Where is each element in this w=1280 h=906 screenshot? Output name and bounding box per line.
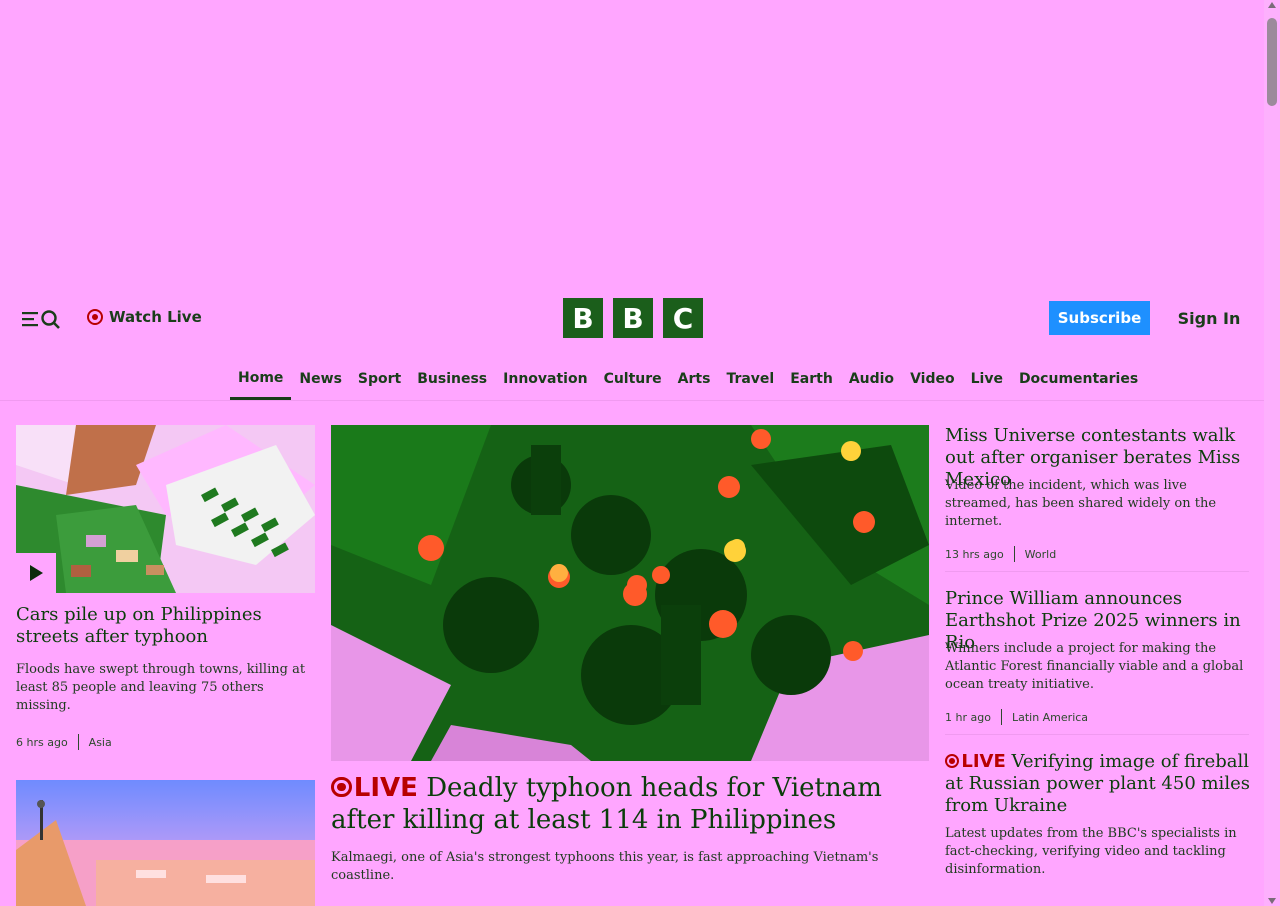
menu-search-icon [22,310,60,329]
nav-item-sport[interactable]: Sport [350,358,409,400]
nav-item-travel[interactable]: Travel [718,358,782,400]
story-meta: 13 hrs ago World [945,546,1056,562]
sign-in-button[interactable]: Sign In [1172,301,1246,335]
live-badge: LIVE [331,773,418,803]
story-section-link[interactable]: World [1025,548,1057,561]
live-indicator-icon [87,309,103,325]
live-indicator-icon [945,753,960,768]
watch-live-link[interactable]: Watch Live [87,307,202,327]
story-section-link[interactable]: Asia [89,736,112,749]
nav-item-business[interactable]: Business [409,358,495,400]
story-time: 1 hr ago [945,710,991,724]
story-divider [945,571,1249,572]
story-time: 6 hrs ago [16,735,68,749]
story-section-link[interactable]: Latin America [1012,711,1088,724]
story-summary: Video of the incident, which was live st… [945,478,1217,529]
story-divider [945,734,1249,735]
live-badge: LIVE [945,751,1006,772]
page-scrollbar[interactable] [1264,0,1280,906]
story-image-rescue-workers[interactable] [331,425,929,761]
advertisement-area [0,0,1264,278]
scroll-down-arrow-icon[interactable] [1268,898,1276,904]
story-time: 13 hrs ago [945,547,1004,561]
main-story-headline[interactable]: LIVE Deadly typhoon heads for Vietnam af… [331,772,929,836]
nav-item-documentaries[interactable]: Documentaries [1011,358,1146,400]
play-icon [30,565,43,581]
story-summary: Latest updates from the BBC's specialist… [945,826,1237,877]
logo-letter-b1: B [563,298,603,338]
nav-item-culture[interactable]: Culture [596,358,670,400]
nav-item-innovation[interactable]: Innovation [495,358,595,400]
live-label: LIVE [961,751,1006,772]
story-summary: Floods have swept through towns, killing… [16,662,306,713]
bbc-logo[interactable]: B B C [563,298,703,338]
logo-letter-b2: B [613,298,653,338]
nav-item-audio[interactable]: Audio [841,358,902,400]
logo-letter-c: C [663,298,703,338]
main-story-summary: Kalmaegi, one of Asia's strongest typhoo… [331,850,879,883]
nav-item-video[interactable]: Video [902,358,963,400]
main-navigation: Home News Sport Business Innovation Cult… [0,358,1264,401]
meta-separator [1013,546,1015,562]
story-headline[interactable]: Cars pile up on Philippines streets afte… [16,604,315,648]
story-meta: 6 hrs ago Asia [16,734,112,750]
nav-item-news[interactable]: News [291,358,349,400]
story-image-flooded-streets[interactable] [16,425,315,593]
story-headline[interactable]: LIVE Verifying image of fireball at Russ… [945,751,1255,817]
nav-item-home[interactable]: Home [230,358,292,400]
watch-live-label: Watch Live [109,308,202,326]
nav-item-arts[interactable]: Arts [670,358,719,400]
play-video-button[interactable] [16,553,56,593]
story-image-landscape[interactable] [16,780,315,906]
scrollbar-thumb[interactable] [1267,18,1277,106]
menu-search-button[interactable] [20,306,64,332]
meta-separator [1000,709,1002,725]
live-indicator-icon [331,776,352,798]
live-label: LIVE [353,773,418,803]
scroll-up-arrow-icon[interactable] [1268,2,1276,8]
meta-separator [77,734,79,750]
story-summary: Winners include a project for making the… [945,641,1244,692]
nav-item-earth[interactable]: Earth [782,358,841,400]
story-meta: 1 hr ago Latin America [945,709,1088,725]
subscribe-button[interactable]: Subscribe [1049,301,1150,335]
nav-item-live[interactable]: Live [963,358,1011,400]
